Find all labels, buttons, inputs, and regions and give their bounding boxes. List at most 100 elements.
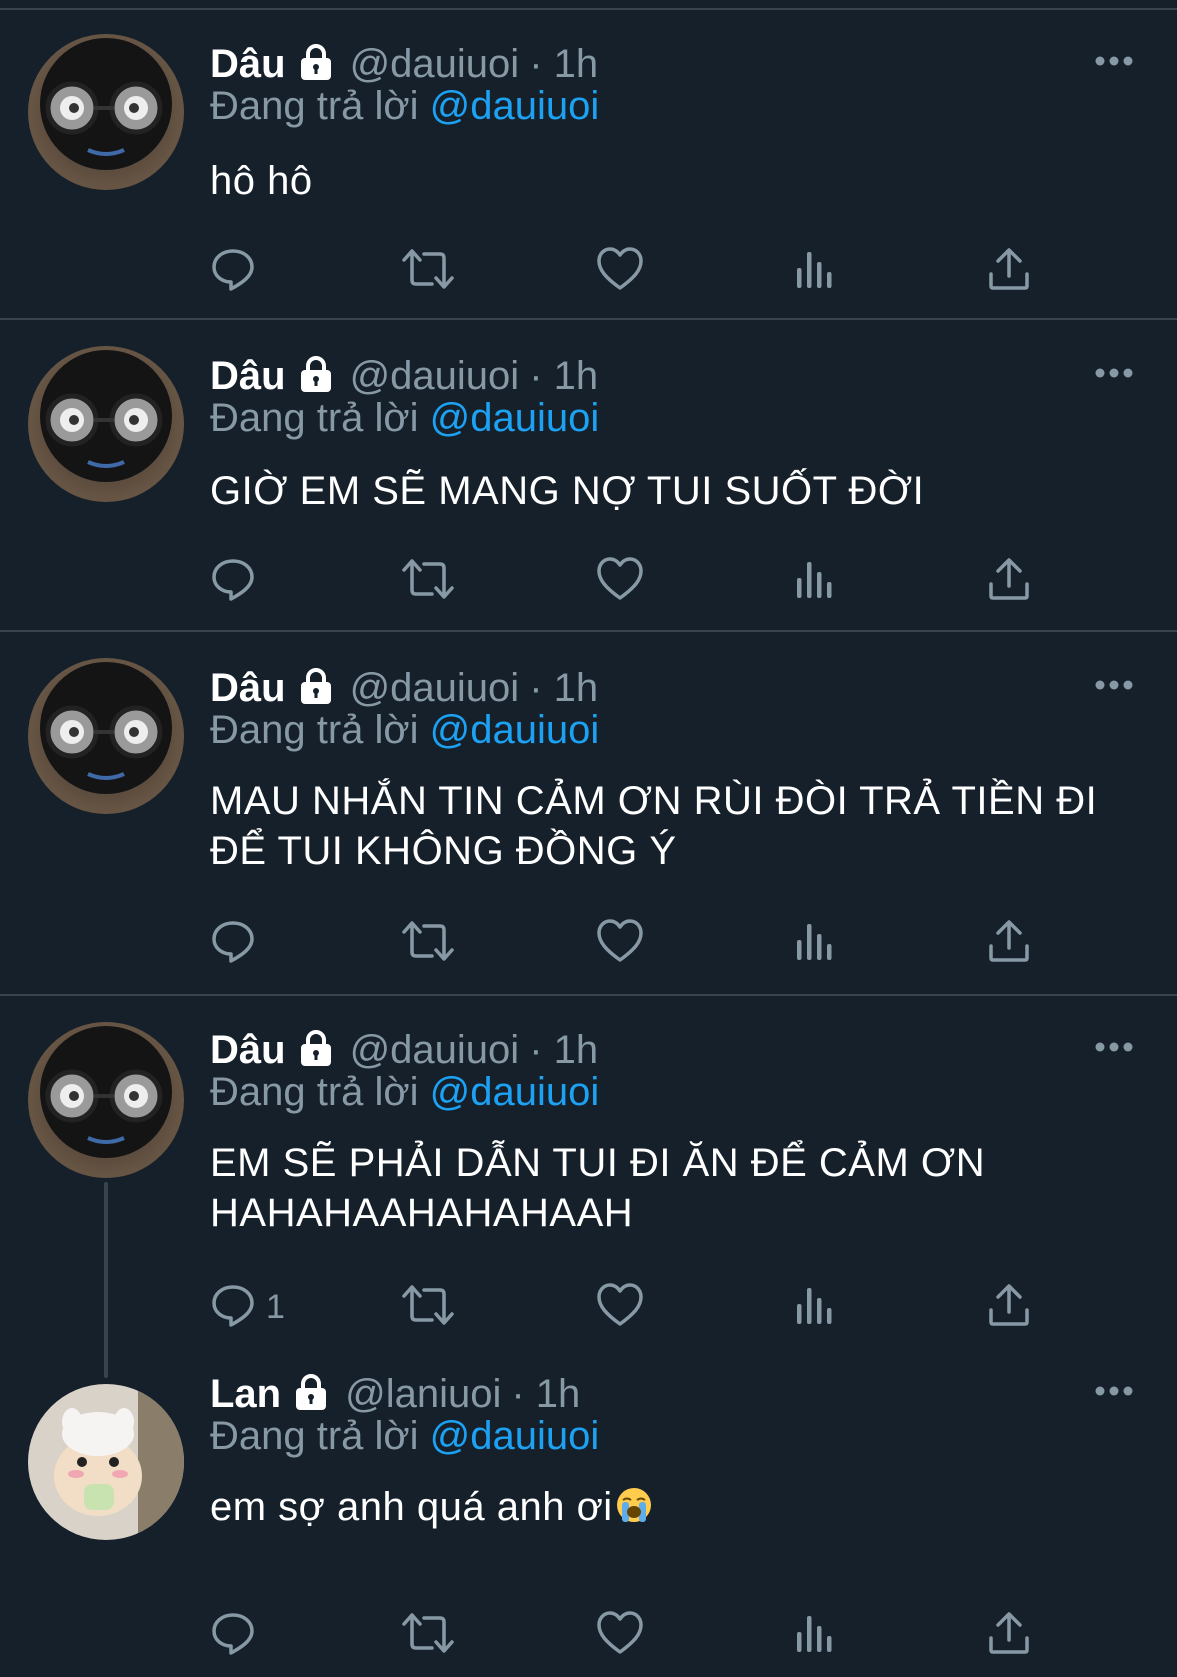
user-handle[interactable]: @dauiuoi bbox=[350, 666, 520, 711]
lock-icon bbox=[296, 354, 336, 399]
replying-to-handle[interactable]: @dauiuoi bbox=[430, 1070, 600, 1114]
more-icon[interactable] bbox=[1094, 54, 1134, 68]
user-handle[interactable]: @laniuoi bbox=[345, 1372, 501, 1417]
views-button[interactable] bbox=[794, 1282, 834, 1332]
reply-icon bbox=[210, 246, 256, 297]
replying-to: Đang trả lời @dauiuoi bbox=[210, 84, 599, 134]
tweet-actions bbox=[210, 246, 1090, 296]
user-handle[interactable]: @dauiuoi bbox=[350, 42, 520, 87]
retweet-icon bbox=[400, 556, 456, 607]
share-icon bbox=[986, 1282, 1032, 1333]
reply-button[interactable] bbox=[210, 246, 266, 296]
heart-icon bbox=[596, 1610, 644, 1661]
reply-icon bbox=[210, 918, 256, 969]
reply-button[interactable] bbox=[210, 556, 266, 606]
views-button[interactable] bbox=[794, 918, 834, 968]
display-name[interactable]: Dâu bbox=[210, 1028, 286, 1073]
reply-button[interactable] bbox=[210, 918, 266, 968]
share-icon bbox=[986, 918, 1032, 969]
display-name[interactable]: Lan bbox=[210, 1372, 281, 1417]
display-name[interactable]: Dâu bbox=[210, 354, 286, 399]
lock-icon bbox=[296, 42, 336, 87]
tweet-5[interactable]: Lan @laniuoi · 1h Đang trả lời @dauiuoi … bbox=[0, 1356, 1177, 1677]
tweet-text: EM SẼ PHẢI DẪN TUI ĐI ĂN ĐỂ CẢM ƠN HAHAH… bbox=[210, 1138, 1150, 1238]
share-icon bbox=[986, 556, 1032, 607]
replying-to-label: Đang trả lời bbox=[210, 1414, 419, 1458]
avatar-dau[interactable] bbox=[28, 346, 184, 502]
reply-icon bbox=[210, 1610, 256, 1661]
analytics-icon bbox=[794, 918, 834, 969]
tweet-text-line: HAHAHAAHAHAHAAH bbox=[210, 1191, 634, 1235]
tweet-text-line: EM SẼ PHẢI DẪN TUI ĐI ĂN ĐỂ CẢM ƠN bbox=[210, 1141, 986, 1185]
replying-to-handle[interactable]: @dauiuoi bbox=[430, 396, 600, 440]
thread-connector-line bbox=[104, 1182, 108, 1378]
user-handle[interactable]: @dauiuoi bbox=[350, 354, 520, 399]
replying-to-label: Đang trả lời bbox=[210, 708, 419, 752]
share-button[interactable] bbox=[986, 1282, 1032, 1332]
share-button[interactable] bbox=[986, 1610, 1032, 1660]
tweet-3[interactable]: Dâu @dauiuoi · 1h Đang trả lời @dauiuoi … bbox=[0, 632, 1177, 996]
retweet-icon bbox=[400, 246, 456, 297]
views-button[interactable] bbox=[794, 1610, 834, 1660]
reply-count: 1 bbox=[266, 1287, 285, 1326]
reply-button[interactable]: 1 bbox=[210, 1282, 285, 1332]
retweet-button[interactable] bbox=[400, 1610, 456, 1660]
display-name[interactable]: Dâu bbox=[210, 42, 286, 87]
replying-to-handle[interactable]: @dauiuoi bbox=[430, 708, 600, 752]
avatar-lan[interactable] bbox=[28, 1384, 184, 1540]
share-button[interactable] bbox=[986, 556, 1032, 606]
tweet-header: Dâu @dauiuoi · 1h bbox=[210, 1024, 598, 1076]
retweet-button[interactable] bbox=[400, 556, 456, 606]
tweet-text: GIỜ EM SẼ MANG NỢ TUI SUỐT ĐỜI bbox=[210, 469, 925, 513]
tweet-time[interactable]: · 1h bbox=[529, 42, 598, 87]
more-icon[interactable] bbox=[1094, 678, 1134, 692]
retweet-button[interactable] bbox=[400, 918, 456, 968]
replying-to: Đang trả lời @dauiuoi bbox=[210, 1070, 599, 1120]
tweet-time[interactable]: · 1h bbox=[529, 666, 598, 711]
reply-icon bbox=[210, 1282, 256, 1333]
analytics-icon bbox=[794, 556, 834, 607]
tweet-2[interactable]: Dâu @dauiuoi · 1h Đang trả lời @dauiuoi … bbox=[0, 320, 1177, 632]
like-button[interactable] bbox=[596, 1610, 644, 1660]
share-icon bbox=[986, 1610, 1032, 1661]
reply-icon bbox=[210, 556, 256, 607]
tweet-4[interactable]: Dâu @dauiuoi · 1h Đang trả lời @dauiuoi … bbox=[0, 996, 1177, 1378]
like-button[interactable] bbox=[596, 1282, 644, 1332]
replying-to-handle[interactable]: @dauiuoi bbox=[430, 1414, 600, 1458]
avatar-dau[interactable] bbox=[28, 34, 184, 190]
heart-icon bbox=[596, 246, 644, 297]
avatar-dau[interactable] bbox=[28, 658, 184, 814]
tweet-time[interactable]: · 1h bbox=[529, 354, 598, 399]
reply-button[interactable] bbox=[210, 1610, 266, 1660]
share-button[interactable] bbox=[986, 918, 1032, 968]
lock-icon bbox=[296, 666, 336, 711]
tweet-time[interactable]: · 1h bbox=[529, 1028, 598, 1073]
like-button[interactable] bbox=[596, 918, 644, 968]
replying-to: Đang trả lời @dauiuoi bbox=[210, 396, 599, 446]
analytics-icon bbox=[794, 1282, 834, 1333]
more-icon[interactable] bbox=[1094, 1384, 1134, 1398]
user-handle[interactable]: @dauiuoi bbox=[350, 1028, 520, 1073]
tweet-1[interactable]: Dâu @dauiuoi · 1h Đang trả lời @dauiuoi … bbox=[0, 10, 1177, 320]
like-button[interactable] bbox=[596, 246, 644, 296]
like-button[interactable] bbox=[596, 556, 644, 606]
replying-to-handle[interactable]: @dauiuoi bbox=[430, 84, 600, 128]
retweet-icon bbox=[400, 918, 456, 969]
share-button[interactable] bbox=[986, 246, 1032, 296]
tweet-header: Lan @laniuoi · 1h bbox=[210, 1368, 580, 1420]
more-icon[interactable] bbox=[1094, 1040, 1134, 1054]
retweet-button[interactable] bbox=[400, 1282, 456, 1332]
avatar-dau[interactable] bbox=[28, 1022, 184, 1178]
retweet-button[interactable] bbox=[400, 246, 456, 296]
tweet-header: Dâu @dauiuoi · 1h bbox=[210, 662, 598, 714]
views-button[interactable] bbox=[794, 246, 834, 296]
tweet-actions bbox=[210, 556, 1090, 606]
analytics-icon bbox=[794, 1610, 834, 1661]
tweet-time[interactable]: · 1h bbox=[511, 1372, 580, 1417]
retweet-icon bbox=[400, 1282, 456, 1333]
display-name[interactable]: Dâu bbox=[210, 666, 286, 711]
tweet-header: Dâu @dauiuoi · 1h bbox=[210, 350, 598, 402]
views-button[interactable] bbox=[794, 556, 834, 606]
more-icon[interactable] bbox=[1094, 366, 1134, 380]
share-icon bbox=[986, 246, 1032, 297]
